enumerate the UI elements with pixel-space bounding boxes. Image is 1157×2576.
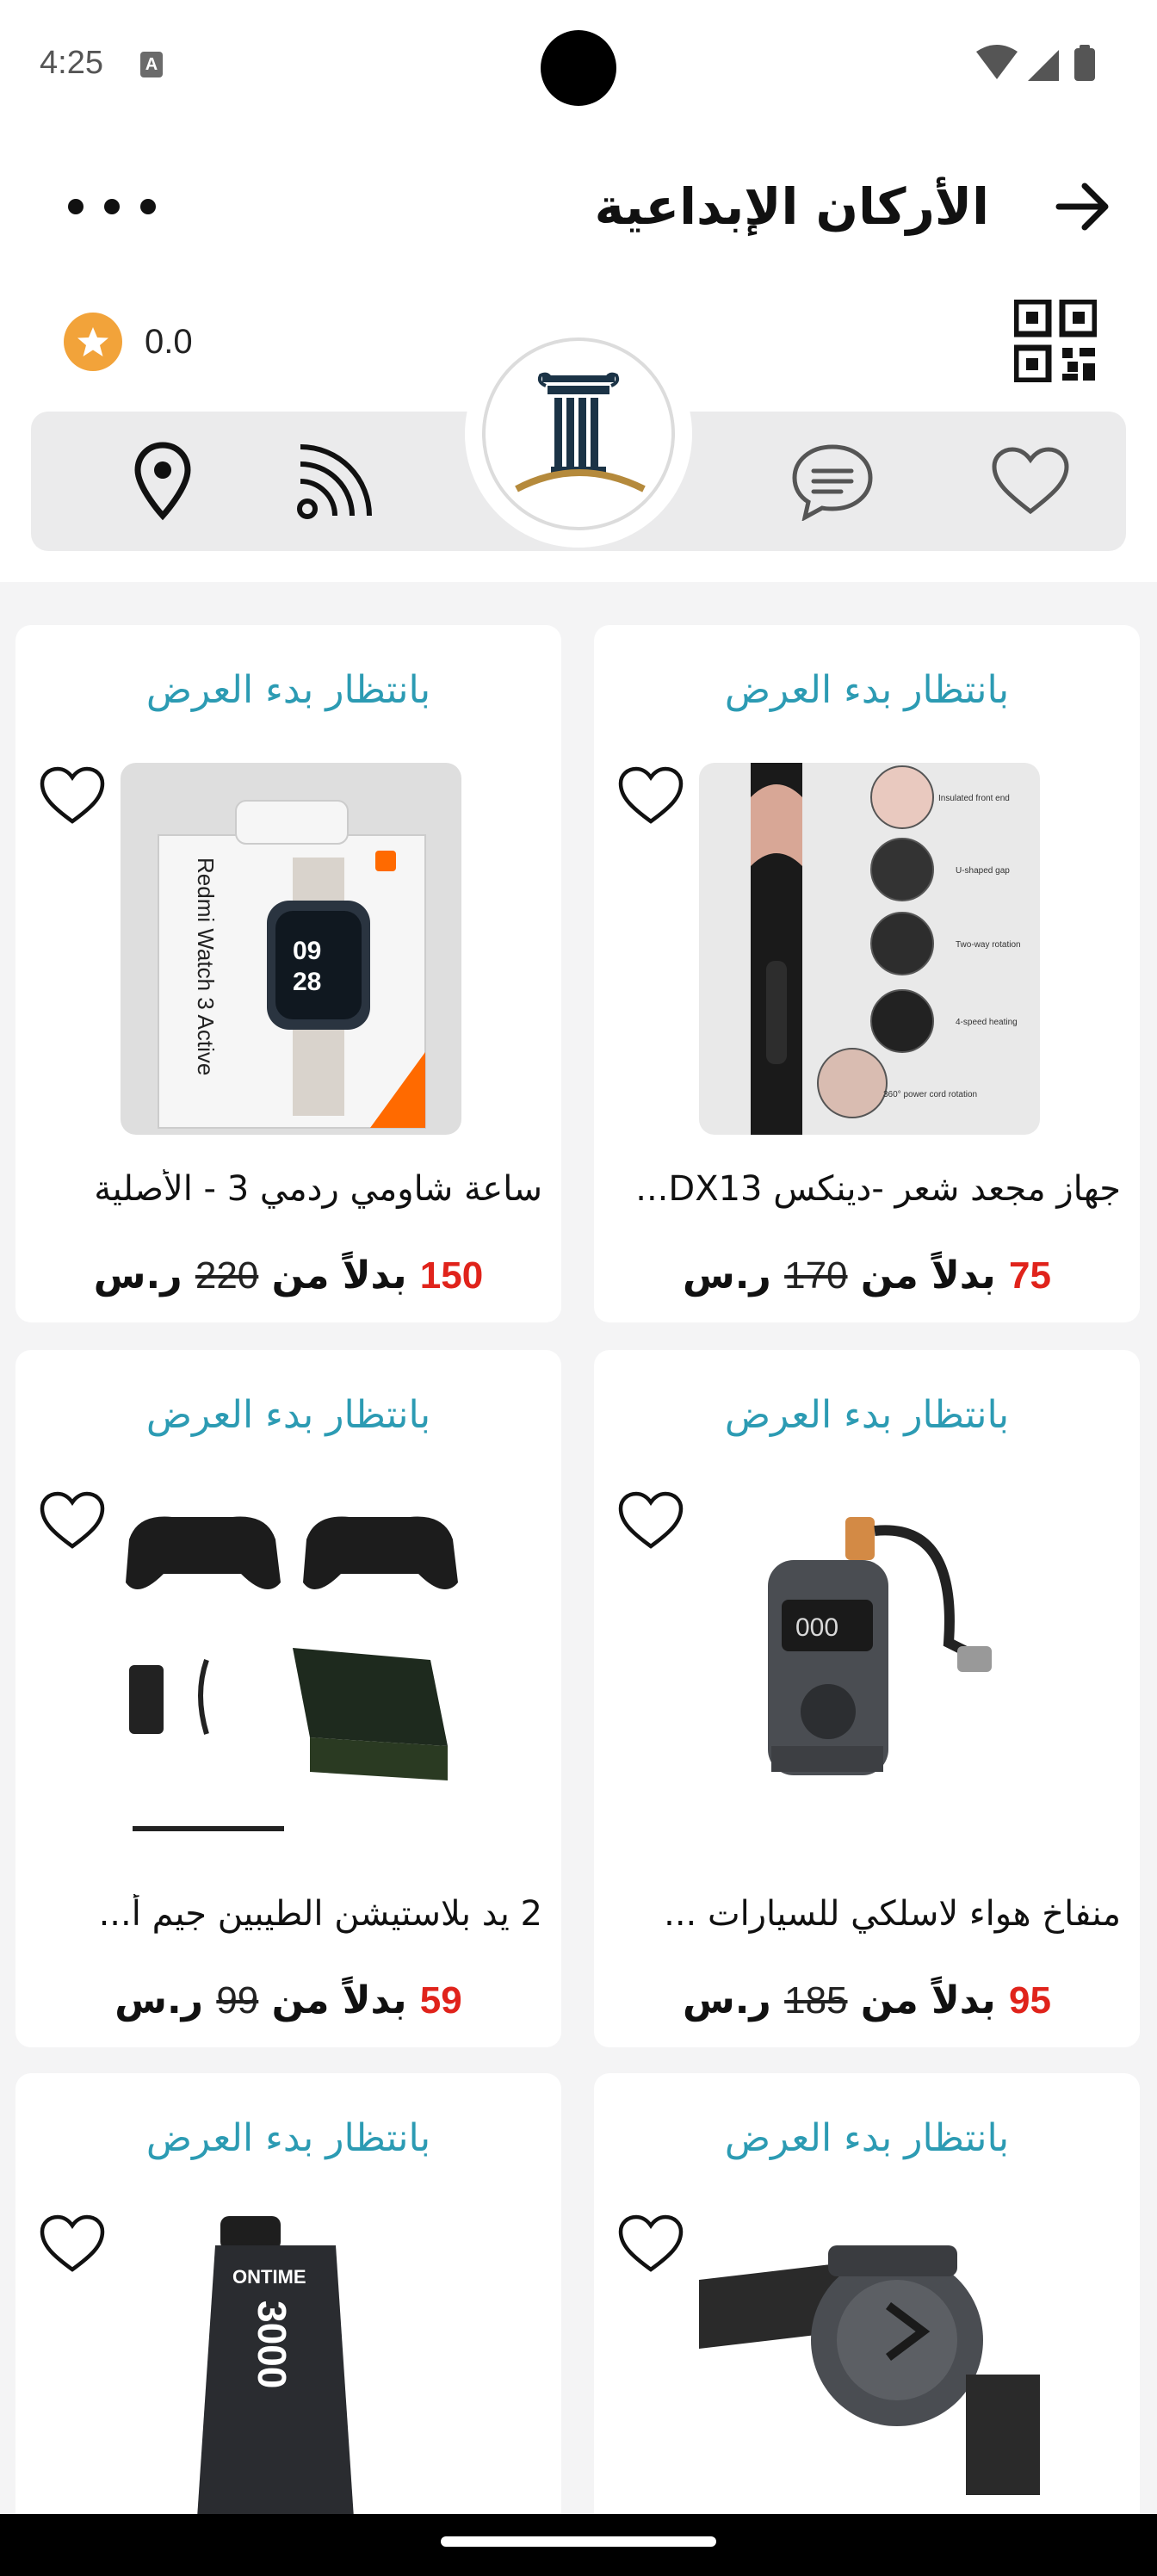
product-title: ساعة شاومي ردمي 3 - الأصلية: [94, 1169, 542, 1209]
pump-display: 000: [795, 1613, 838, 1642]
feature-label: 4-speed heating: [956, 1018, 1018, 1027]
heart-icon[interactable]: [40, 2211, 105, 2276]
product-image[interactable]: 09 28 Redmi Watch 3 Active: [121, 763, 461, 1135]
more-dots-icon[interactable]: [60, 181, 164, 232]
price-currency: ر.س: [93, 1254, 183, 1297]
product-price: 150 بدلاً من 220 ر.س: [15, 1254, 561, 1297]
battery-icon: [1074, 48, 1095, 81]
heart-icon[interactable]: [40, 1488, 105, 1553]
watch-time: 09: [293, 937, 321, 965]
product-card[interactable]: بانتظار بدء العرض 09 28 Redmi Watch 3 Ac…: [15, 625, 561, 1322]
product-image[interactable]: ONTIME 3000: [121, 2211, 461, 2555]
product-status: بانتظار بدء العرض: [145, 1393, 431, 1437]
heart-icon[interactable]: [618, 2211, 684, 2276]
chat-bubble-icon[interactable]: [782, 430, 883, 532]
signal-icon: [1028, 50, 1059, 81]
heart-icon[interactable]: [40, 763, 105, 828]
notification-icon: A: [140, 52, 163, 77]
price-old: 170: [784, 1254, 848, 1297]
product-image[interactable]: 000: [699, 1488, 1040, 1860]
product-card[interactable]: بانتظار بدء العرض 000 منفاخ هواء لاسلكي …: [594, 1350, 1140, 2047]
qr-code-icon[interactable]: [1014, 300, 1097, 382]
product-status: بانتظار بدء العرض: [145, 2116, 431, 2160]
arrow-right-icon[interactable]: [1049, 172, 1117, 241]
feature-label: Two-way rotation: [956, 940, 1021, 950]
price-current: 150: [419, 1254, 484, 1297]
price-currency: ر.س: [683, 1254, 771, 1297]
powerbank-brand: ONTIME: [232, 2266, 306, 2288]
heart-icon[interactable]: [980, 430, 1081, 532]
product-price: 59 بدلاً من 99 ر.س: [15, 1978, 561, 2022]
rating-value: 0.0: [145, 322, 193, 361]
product-card[interactable]: بانتظار بدء العرض ONTIME 3000: [15, 2073, 561, 2555]
product-card[interactable]: بانتظار بدء العرض 2 يد بلاستيشن الطيبين …: [15, 1350, 561, 2047]
product-status: بانتظار بدء العرض: [145, 668, 431, 712]
home-indicator[interactable]: [441, 2536, 716, 2547]
product-card[interactable]: بانتظار بدء العرض: [594, 2073, 1140, 2555]
product-card[interactable]: بانتظار بدء العرض Insulated front end U-…: [594, 625, 1140, 1322]
product-status: بانتظار بدء العرض: [724, 1393, 1010, 1437]
status-icons: [976, 45, 1095, 81]
price-label: بدلاً من: [860, 1978, 996, 2022]
price-old: 185: [784, 1979, 848, 2022]
product-title: منفاخ هواء لاسلكي للسيارات ...: [664, 1894, 1121, 1934]
store-logo: [465, 320, 692, 548]
price-current: 75: [1009, 1254, 1051, 1297]
star-icon: [64, 313, 122, 371]
product-image[interactable]: [699, 2211, 1040, 2555]
price-current: 59: [419, 1979, 462, 2022]
product-title: جهاز مجعد شعر -دينكس DX13...: [635, 1169, 1121, 1209]
price-label: بدلاً من: [271, 1978, 407, 2022]
pillar-logo: [515, 372, 646, 492]
wifi-icon: [976, 45, 1018, 79]
product-price: 95 بدلاً من 185 ر.س: [594, 1978, 1140, 2022]
status-time: 4:25: [40, 45, 103, 81]
product-title: 2 يد بلاستيشن الطيبين جيم أ...: [98, 1894, 542, 1934]
location-pin-icon[interactable]: [112, 430, 213, 532]
box-text: Redmi Watch 3 Active: [193, 858, 219, 1075]
product-status: بانتظار بدء العرض: [724, 2116, 1010, 2160]
product-image[interactable]: [121, 1488, 461, 1860]
price-old: 220: [195, 1254, 259, 1297]
product-price: 75 بدلاً من 170 ر.س: [594, 1254, 1140, 1297]
store-rating: 0.0: [64, 312, 193, 372]
heart-icon[interactable]: [618, 1488, 684, 1553]
camera-cutout: [541, 30, 616, 106]
product-status: بانتظار بدء العرض: [724, 668, 1010, 712]
product-image[interactable]: Insulated front end U-shaped gap Two-way…: [699, 763, 1040, 1135]
app-bar: الأركان الإبداعية: [0, 146, 1157, 267]
feature-label: Insulated front end: [938, 794, 1010, 803]
price-label: بدلاً من: [860, 1254, 996, 1297]
price-old: 99: [216, 1979, 259, 2022]
price-current: 95: [1009, 1979, 1051, 2022]
feature-label: U-shaped gap: [956, 866, 1010, 876]
price-label: بدلاً من: [271, 1254, 407, 1297]
feature-label: 360° power cord rotation: [883, 1090, 977, 1099]
status-bar: 4:25 A: [0, 0, 1157, 129]
rss-feed-icon[interactable]: [284, 430, 386, 532]
powerbank-capacity: 3000: [250, 2300, 294, 2388]
watch-time: 28: [293, 968, 321, 996]
price-currency: ر.س: [683, 1978, 771, 2022]
heart-icon[interactable]: [618, 763, 684, 828]
price-currency: ر.س: [114, 1978, 203, 2022]
page-title: الأركان الإبداعية: [594, 177, 989, 236]
